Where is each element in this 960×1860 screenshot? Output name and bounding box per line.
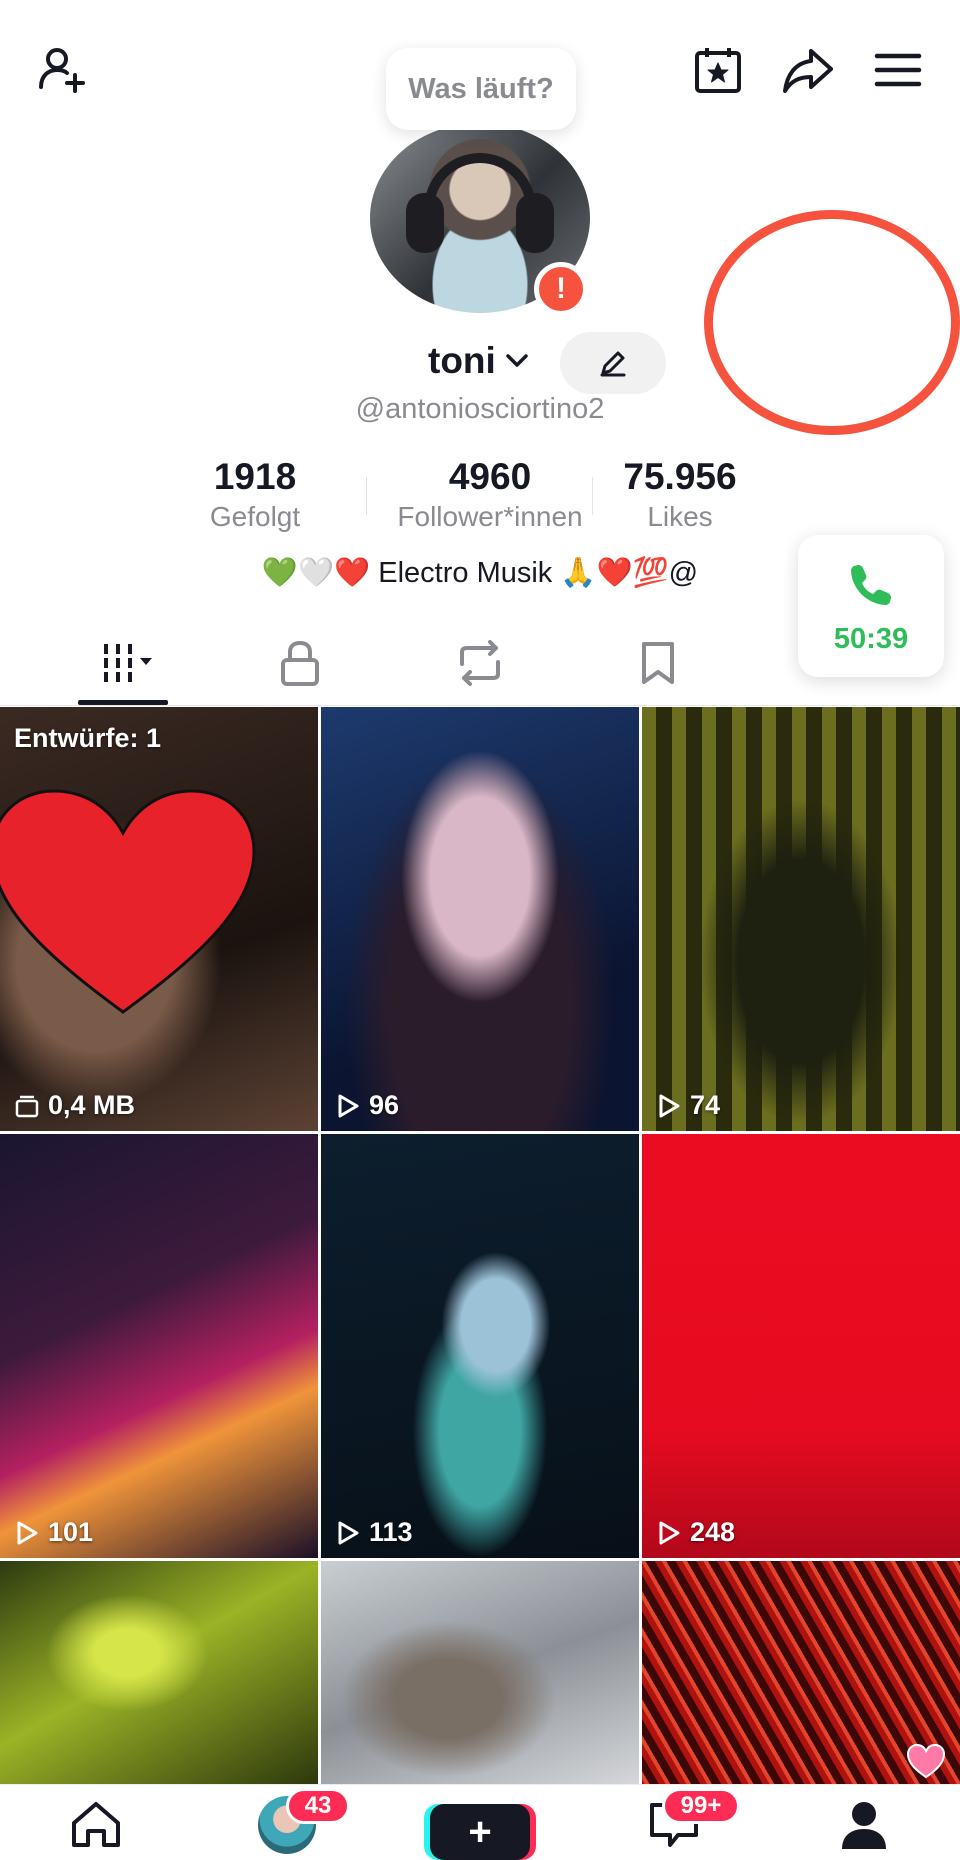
- inbox-badge: 43: [286, 1788, 350, 1824]
- create-button[interactable]: +: [430, 1804, 530, 1860]
- alert-badge[interactable]: !: [534, 262, 588, 316]
- heart-sticker-icon: [0, 789, 256, 1014]
- video-tile[interactable]: 113: [321, 1134, 639, 1558]
- stat-value: 4960: [448, 456, 532, 497]
- stat-label: Follower*innen: [397, 501, 583, 532]
- video-tile[interactable]: 96: [321, 707, 639, 1131]
- drafts-label: Entwürfe: 1: [14, 723, 162, 753]
- stack-icon: [15, 1095, 39, 1117]
- messages-badge: 99+: [662, 1788, 740, 1824]
- status-bubble[interactable]: Was läuft?: [386, 48, 576, 130]
- repost-icon: [460, 640, 500, 686]
- phone-icon: [851, 565, 891, 605]
- stat-value: 1918: [213, 456, 297, 497]
- heart-sticker-icon: [906, 1743, 946, 1779]
- call-widget[interactable]: 50:39: [798, 535, 944, 677]
- play-icon: [338, 1521, 359, 1544]
- person-filled-icon: [842, 1802, 886, 1849]
- nav-home[interactable]: [56, 1799, 136, 1860]
- stat-label: Gefolgt: [209, 501, 301, 532]
- profile-stats: 1918 Gefolgt 4960 Follower*innen 75.956 …: [180, 455, 780, 535]
- stat-likes[interactable]: 75.956 Likes: [600, 455, 760, 535]
- add-friend-button[interactable]: [32, 40, 92, 100]
- draft-tile[interactable]: Entwürfe: 1 0,4 MB: [0, 707, 318, 1131]
- plus-icon: +: [468, 1809, 492, 1854]
- stat-value: 75.956: [623, 456, 737, 497]
- video-tile[interactable]: 101: [0, 1134, 318, 1558]
- tab-saved[interactable]: [622, 635, 694, 691]
- chevron-down-icon[interactable]: [502, 346, 532, 376]
- play-icon: [17, 1521, 38, 1544]
- view-count-value: 74: [690, 1090, 721, 1120]
- view-count: 248: [656, 1517, 735, 1548]
- stat-following[interactable]: 1918 Gefolgt: [180, 455, 330, 535]
- stat-followers[interactable]: 4960 Follower*innen: [370, 455, 610, 535]
- stat-label: Likes: [647, 501, 713, 532]
- calendar-button[interactable]: [688, 40, 748, 100]
- draft-size-value: 0,4 MB: [48, 1090, 136, 1120]
- view-count-value: 248: [690, 1517, 736, 1547]
- view-count: 113: [335, 1517, 413, 1548]
- menu-button[interactable]: [868, 40, 928, 100]
- play-icon: [659, 1094, 680, 1117]
- home-icon: [72, 1802, 120, 1847]
- bookmark-icon: [642, 642, 674, 684]
- edit-profile-button[interactable]: [560, 332, 666, 394]
- draft-size: 0,4 MB: [14, 1090, 135, 1121]
- video-tile[interactable]: 248: [642, 1134, 960, 1558]
- view-count: 101: [14, 1517, 93, 1548]
- pencil-icon: [600, 351, 626, 377]
- lock-icon: [281, 640, 319, 686]
- video-tile[interactable]: 74: [642, 707, 960, 1131]
- tabs-divider: [0, 705, 960, 706]
- play-icon: [338, 1094, 359, 1117]
- view-count-value: 113: [369, 1517, 413, 1547]
- share-profile-button[interactable]: [778, 40, 838, 100]
- call-timer: 50:39: [833, 623, 909, 655]
- share-arrow-icon: [783, 49, 833, 93]
- view-count-value: 101: [48, 1517, 94, 1547]
- tab-reposts[interactable]: [444, 635, 516, 691]
- calendar-star-icon: [695, 48, 741, 93]
- nav-profile[interactable]: [824, 1799, 904, 1860]
- video-tile[interactable]: [0, 1561, 318, 1791]
- view-count-value: 96: [369, 1090, 400, 1120]
- tab-videos[interactable]: [90, 635, 162, 691]
- view-count: 74: [656, 1090, 720, 1121]
- view-count: 96: [335, 1090, 399, 1121]
- video-tile[interactable]: [321, 1561, 639, 1791]
- hamburger-menu-icon: [874, 53, 922, 87]
- tab-private[interactable]: [264, 635, 336, 691]
- video-tile[interactable]: [642, 1561, 960, 1791]
- grid-bars-icon: [104, 644, 152, 682]
- display-name[interactable]: toni: [428, 340, 496, 382]
- username-handle: @antoniosciortino2: [355, 393, 605, 425]
- play-icon: [659, 1521, 680, 1544]
- person-plus-icon: [39, 48, 85, 93]
